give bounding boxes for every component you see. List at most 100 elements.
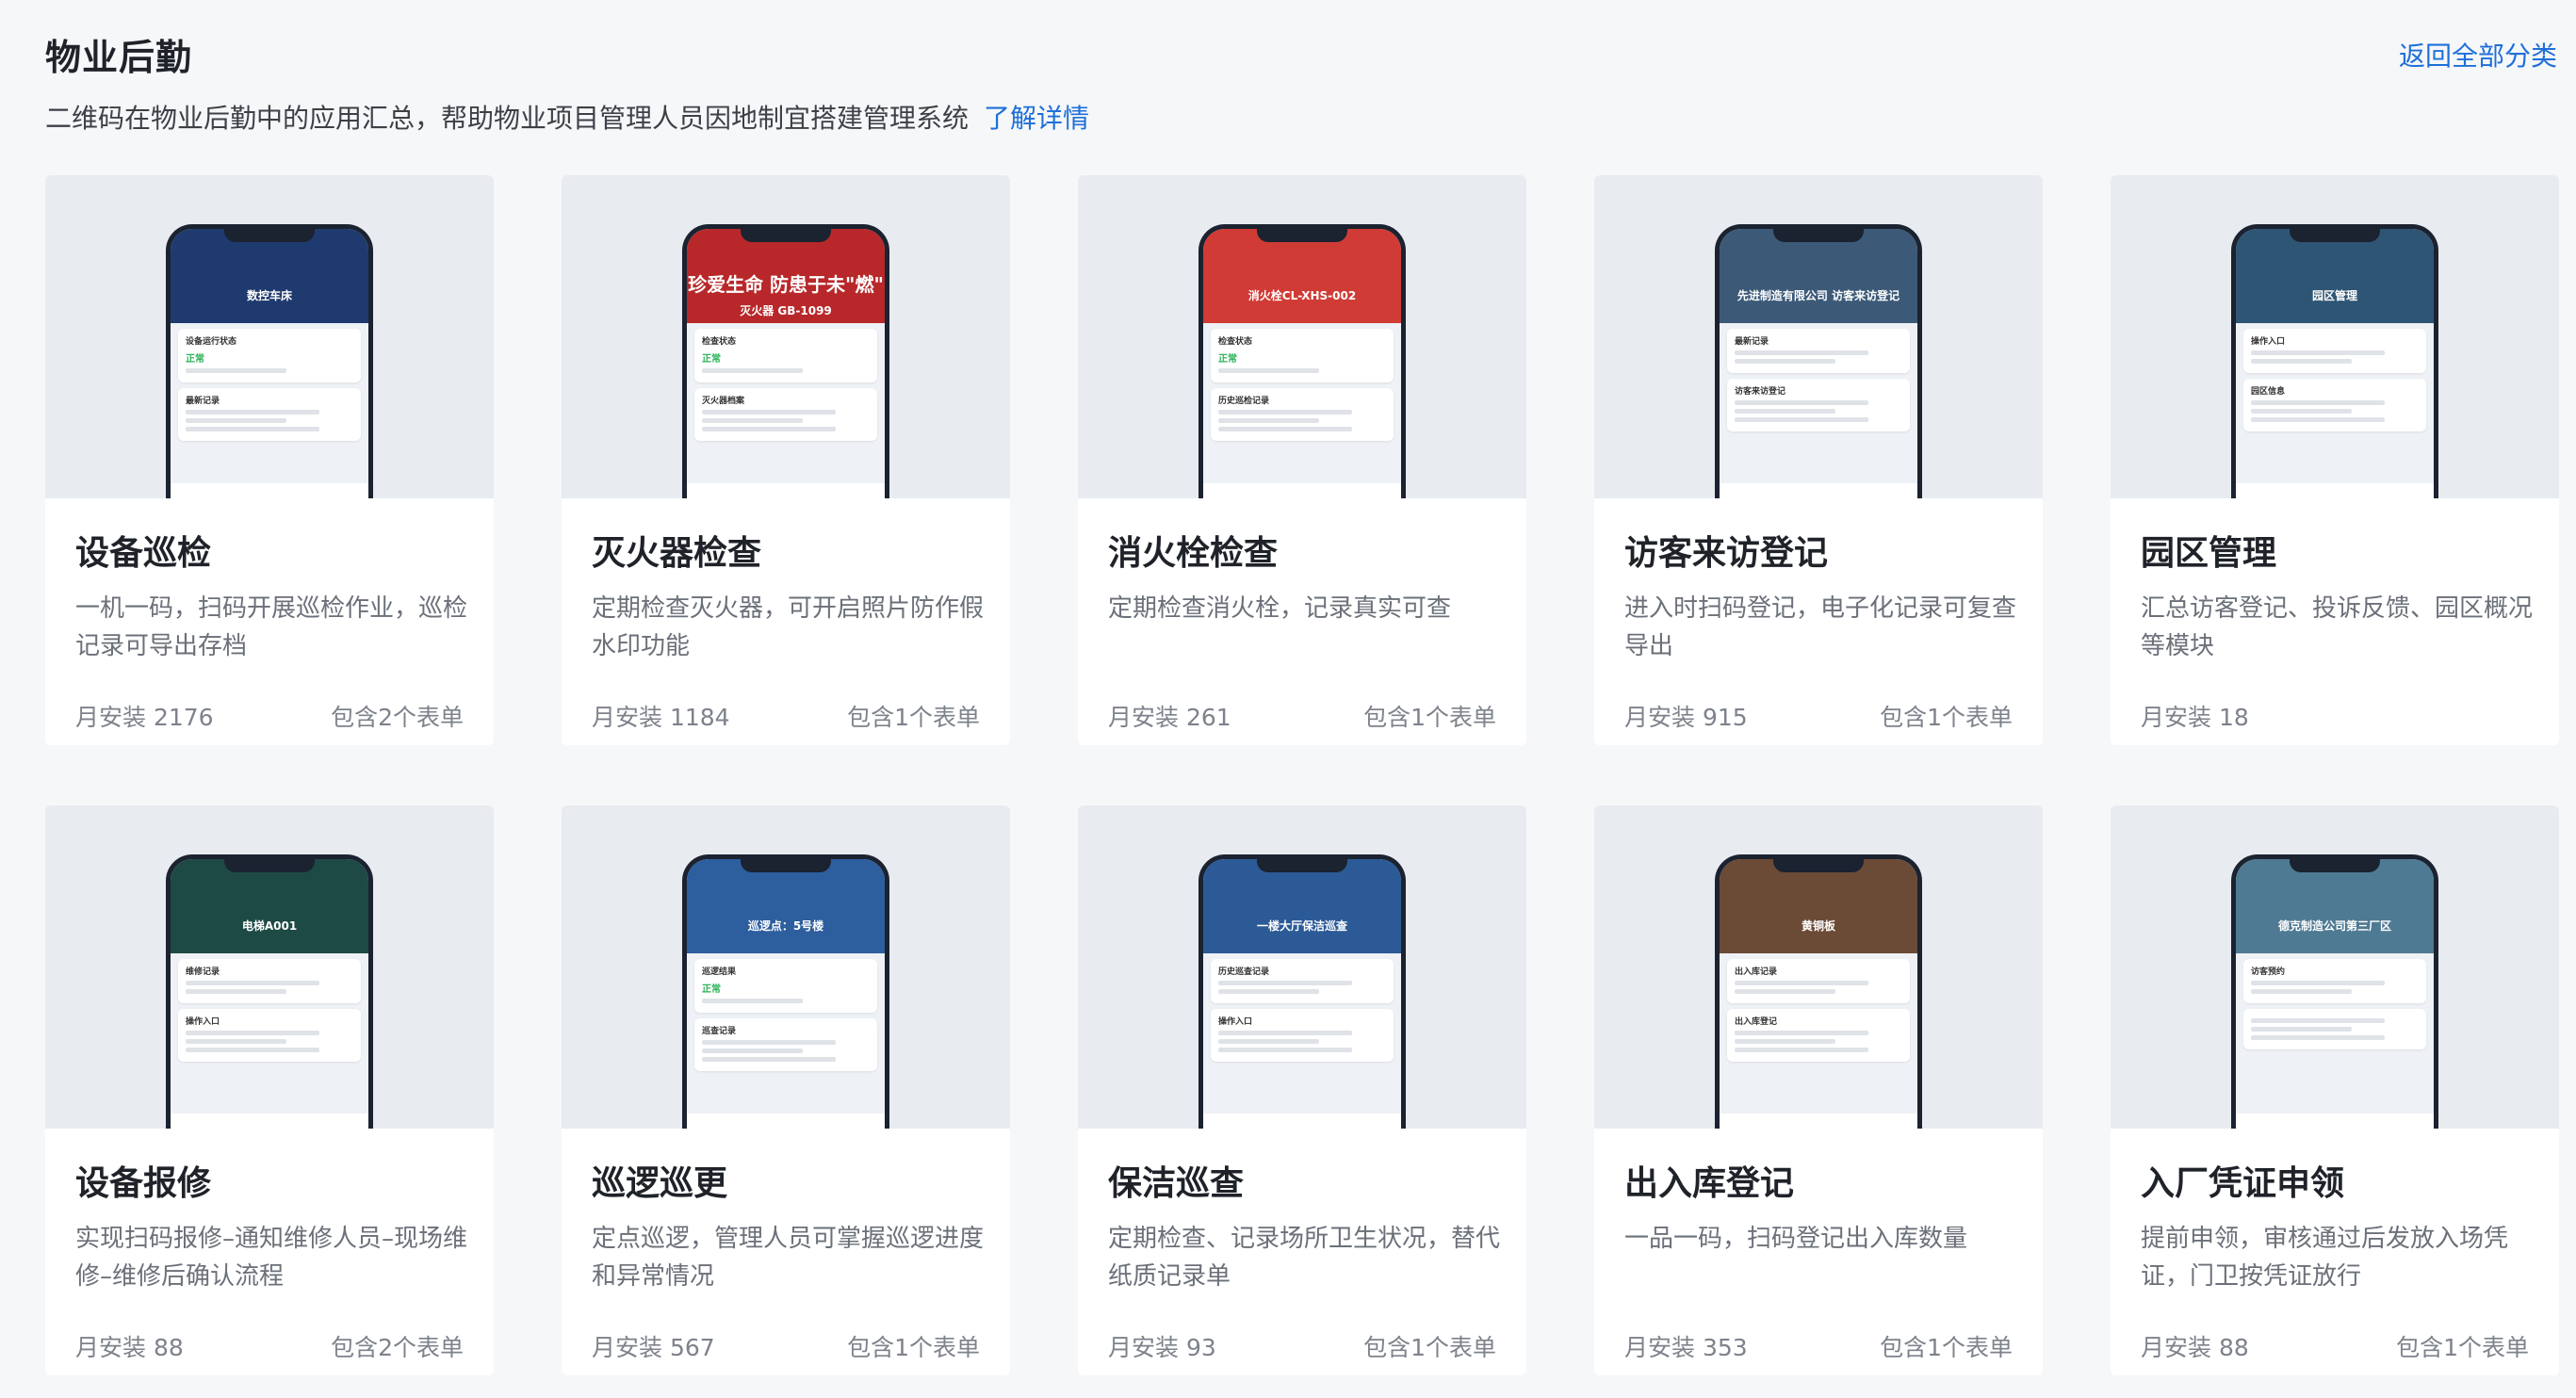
phone-panel-title: 检查状态 xyxy=(702,337,737,347)
monthly-installs: 月安装 2176 xyxy=(75,704,214,731)
phone-placeholder-line xyxy=(186,981,320,985)
template-card[interactable]: 巡逻点：5号楼 巡逻结果 正常 巡查记录 巡逻巡更 定点巡逻，管理人员可掌握巡逻… xyxy=(562,805,1010,1375)
phone-panel-title: 访客来访登记 xyxy=(1735,387,1786,397)
phone-placeholder-line xyxy=(702,368,803,373)
phone-header-title: 黄铜板 xyxy=(1801,918,1835,933)
card-description: 提前申领，审核通过后发放入场凭证，门卫按凭证放行 xyxy=(2141,1225,2509,1291)
phone-mockup: 电梯A001 维修记录 操作入口 xyxy=(166,854,373,1129)
phone-notch xyxy=(224,859,315,872)
phone-panel-title: 出入库登记 xyxy=(1735,1017,1778,1027)
card-description: 定期检查灭火器，可开启照片防作假水印功能 xyxy=(592,594,985,660)
card-footer: 月安装 18 xyxy=(2141,699,2529,733)
phone-panel: 维修记录 xyxy=(178,959,361,1003)
card-description: 进入时扫码登记，电子化记录可复查导出 xyxy=(1624,594,2017,660)
card-footer: 月安装 261 包含1个表单 xyxy=(1108,699,1496,733)
phone-placeholder-line xyxy=(702,1057,837,1062)
phone-mockup: 一楼大厅保洁巡查 历史巡查记录 操作入口 xyxy=(1198,854,1406,1129)
phone-placeholder-line xyxy=(2251,1018,2386,1023)
form-count: 包含2个表单 xyxy=(331,704,464,731)
card-title: 消火栓检查 xyxy=(1108,534,1279,573)
card-preview: 德克制造公司第三厂区 访客预约 xyxy=(2111,805,2559,1129)
phone-placeholder-line xyxy=(1735,359,1835,364)
template-card[interactable]: 数控车床 设备运行状态 正常 最新记录 设备巡检 一机一码，扫码开展巡检作业，巡… xyxy=(45,175,494,745)
phone-status: 正常 xyxy=(186,354,204,365)
card-preview: 巡逻点：5号楼 巡逻结果 正常 巡查记录 xyxy=(562,805,1010,1129)
phone-placeholder-line xyxy=(186,989,286,994)
subtitle-text: 二维码在物业后勤中的应用汇总，帮助物业项目管理人员因地制宜搭建管理系统 xyxy=(45,103,970,134)
card-description: 一品一码，扫码登记出入库数量 xyxy=(1624,1225,1968,1253)
phone-mockup: 巡逻点：5号楼 巡逻结果 正常 巡查记录 xyxy=(682,854,889,1129)
learn-more-link[interactable]: 了解详情 xyxy=(984,103,1089,134)
card-title: 灭火器检查 xyxy=(592,534,762,573)
phone-placeholder-line xyxy=(1218,410,1353,415)
template-card[interactable]: 珍爱生命 防患于未"燃" 灭火器 GB-1099 检查状态 正常 灭火器档案 灭… xyxy=(562,175,1010,745)
phone-notch xyxy=(741,859,831,872)
phone-placeholder-line xyxy=(186,368,286,373)
phone-placeholder-line xyxy=(1218,418,1319,423)
phone-panel-title: 访客预约 xyxy=(2251,967,2286,977)
template-card[interactable]: 德克制造公司第三厂区 访客预约 入厂凭证申领 提前申领，审核通过后发放入场凭证，… xyxy=(2111,805,2559,1375)
card-preview: 先进制造有限公司 访客来访登记 最新记录 访客来访登记 xyxy=(1594,175,2043,498)
phone-panel-title: 设备运行状态 xyxy=(186,337,237,347)
phone-panel xyxy=(2243,1009,2426,1049)
phone-notch xyxy=(1257,859,1347,872)
phone-status: 正常 xyxy=(702,984,721,995)
template-grid: 数控车床 设备运行状态 正常 最新记录 设备巡检 一机一码，扫码开展巡检作业，巡… xyxy=(45,175,2561,1375)
phone-panel: 巡查记录 xyxy=(694,1018,877,1071)
monthly-installs: 月安装 915 xyxy=(1624,704,1748,731)
phone-body: 访客预约 xyxy=(2236,953,2434,1114)
template-card[interactable]: 黄铜板 出入库记录 出入库登记 出入库登记 一品一码，扫码登记出入库数量 月安装… xyxy=(1594,805,2043,1375)
phone-panel: 最新记录 xyxy=(178,388,361,441)
phone-header-subtitle: 灭火器 GB-1099 xyxy=(740,303,832,317)
monthly-installs: 月安装 88 xyxy=(75,1334,184,1361)
phone-panel: 操作入口 xyxy=(2243,329,2426,373)
card-footer: 月安装 915 包含1个表单 xyxy=(1624,699,2013,733)
card-description: 一机一码，扫码开展巡检作业，巡检记录可导出存档 xyxy=(75,594,468,660)
template-card[interactable]: 电梯A001 维修记录 操作入口 设备报修 实现扫码报修–通知维修人员–现场维修… xyxy=(45,805,494,1375)
phone-placeholder-line xyxy=(702,410,837,415)
template-card[interactable]: 园区管理 操作入口 园区信息 园区管理 汇总访客登记、投诉反馈、园区概况等模块 … xyxy=(2111,175,2559,745)
phone-placeholder-line xyxy=(1735,989,1835,994)
phone-mockup: 数控车床 设备运行状态 正常 最新记录 xyxy=(166,224,373,498)
card-title: 设备巡检 xyxy=(75,534,212,573)
phone-placeholder-line xyxy=(2251,981,2386,985)
template-card[interactable]: 先进制造有限公司 访客来访登记 最新记录 访客来访登记 访客来访登记 进入时扫码… xyxy=(1594,175,2043,745)
phone-mockup: 消火栓CL-XHS-002 检查状态 正常 历史巡检记录 xyxy=(1198,224,1406,498)
phone-panel: 设备运行状态 正常 xyxy=(178,329,361,382)
form-count: 包含1个表单 xyxy=(2396,1334,2529,1361)
phone-mockup: 德克制造公司第三厂区 访客预约 xyxy=(2231,854,2438,1129)
phone-header-title: 珍爱生命 防患于未"燃" xyxy=(688,272,884,296)
phone-header-title: 电梯A001 xyxy=(241,918,298,933)
phone-panel: 巡逻结果 正常 xyxy=(694,959,877,1013)
card-description: 汇总访客登记、投诉反馈、园区概况等模块 xyxy=(2141,594,2534,660)
monthly-installs: 月安装 261 xyxy=(1108,704,1231,731)
phone-panel-title: 出入库记录 xyxy=(1735,967,1778,977)
phone-panel: 操作入口 xyxy=(1211,1009,1394,1062)
card-footer: 月安装 88 包含2个表单 xyxy=(75,1329,464,1363)
card-title: 保洁巡查 xyxy=(1108,1164,1245,1203)
phone-notch xyxy=(1257,229,1347,242)
phone-mockup: 先进制造有限公司 访客来访登记 最新记录 访客来访登记 xyxy=(1715,224,1922,498)
template-card[interactable]: 消火栓CL-XHS-002 检查状态 正常 历史巡检记录 消火栓检查 定期检查消… xyxy=(1078,175,1526,745)
phone-body: 维修记录 操作入口 xyxy=(171,953,368,1114)
phone-placeholder-line xyxy=(2251,350,2386,355)
phone-panel-title: 巡逻结果 xyxy=(702,967,737,977)
phone-body: 巡逻结果 正常 巡查记录 xyxy=(687,953,885,1114)
phone-placeholder-line xyxy=(1735,409,1835,414)
phone-panel-title: 最新记录 xyxy=(186,397,220,406)
template-card[interactable]: 一楼大厅保洁巡查 历史巡查记录 操作入口 保洁巡查 定期检查、记录场所卫生状况，… xyxy=(1078,805,1526,1375)
form-count: 包含1个表单 xyxy=(847,1334,980,1361)
card-title: 出入库登记 xyxy=(1624,1164,1795,1203)
card-description: 实现扫码报修–通知维修人员–现场维修–维修后确认流程 xyxy=(75,1225,468,1291)
back-to-all-categories-link[interactable]: 返回全部分类 xyxy=(2399,36,2557,73)
card-preview: 电梯A001 维修记录 操作入口 xyxy=(45,805,494,1129)
card-footer: 月安装 1184 包含1个表单 xyxy=(592,699,980,733)
phone-panel-title: 历史巡检记录 xyxy=(1218,397,1270,406)
phone-placeholder-line xyxy=(186,1031,320,1035)
phone-body: 历史巡查记录 操作入口 xyxy=(1203,953,1401,1114)
phone-panel-title: 园区信息 xyxy=(2251,387,2286,397)
monthly-installs: 月安装 93 xyxy=(1108,1334,1216,1361)
phone-panel: 检查状态 正常 xyxy=(1211,329,1394,382)
phone-placeholder-line xyxy=(186,427,320,431)
card-title: 入厂凭证申领 xyxy=(2141,1164,2345,1203)
